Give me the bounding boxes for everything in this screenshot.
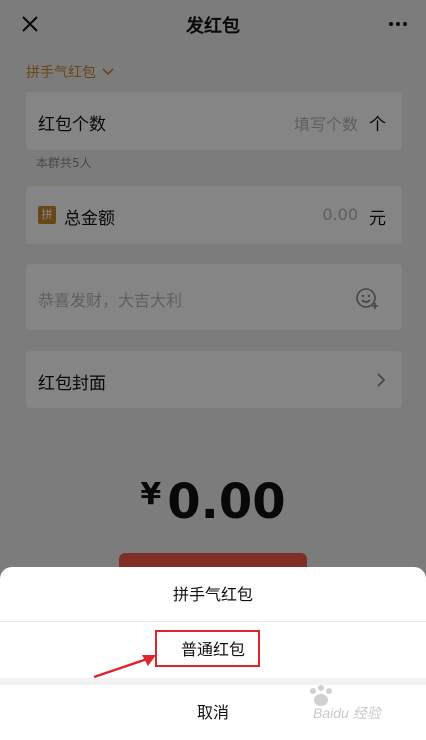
watermark: Baidu 经验	[305, 685, 415, 725]
option-lucky-packet[interactable]: 拼手气红包	[0, 567, 426, 622]
annotation-arrow-icon	[93, 655, 156, 679]
watermark-text: Baidu 经验	[313, 705, 381, 721]
sheet-divider	[0, 678, 426, 685]
highlight-box	[155, 630, 260, 667]
